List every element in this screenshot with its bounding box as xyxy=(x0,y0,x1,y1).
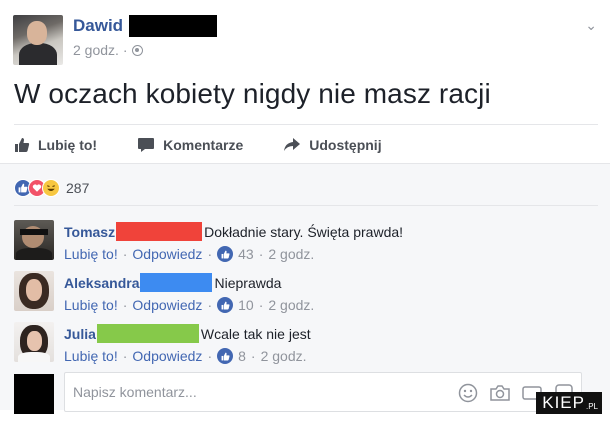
divider xyxy=(14,124,598,125)
separator: · xyxy=(122,297,128,313)
comment-text: Dokładnie stary. Święta prawda! xyxy=(204,223,404,240)
comment-like-link[interactable]: Lubię to! xyxy=(64,297,118,313)
like-button[interactable]: Lubię to! xyxy=(14,134,97,156)
separator: · xyxy=(258,246,264,262)
comment-avatar[interactable] xyxy=(14,322,54,362)
comment-avatar[interactable] xyxy=(14,220,54,260)
post-meta: 2 godz. · xyxy=(73,42,144,58)
comment-text: Wcale tak nie jest xyxy=(200,325,311,342)
thumbs-up-icon xyxy=(15,138,30,152)
comment-icon xyxy=(138,138,155,152)
comment-author[interactable]: Tomasz xyxy=(64,224,115,240)
watermark-text: KIEP xyxy=(542,393,585,412)
separator: · xyxy=(207,348,213,364)
watermark-suffix: .PL xyxy=(585,402,598,411)
comment-time[interactable]: 2 godz. xyxy=(268,297,314,313)
comment-text: Nieprawda xyxy=(214,274,282,291)
surname-redaction xyxy=(96,324,199,343)
divider xyxy=(14,205,598,206)
separator: · xyxy=(250,348,256,364)
comment-time[interactable]: 2 godz. xyxy=(261,348,307,364)
globe-icon xyxy=(132,44,144,56)
separator: · xyxy=(207,297,213,313)
comment-like-count[interactable]: 10 xyxy=(238,297,254,313)
comment-author[interactable]: Aleksandra xyxy=(64,275,139,291)
share-icon xyxy=(284,138,301,151)
post-actions: Lubię to! Komentarze Udostępnij xyxy=(14,134,422,156)
haha-reaction-icon xyxy=(42,179,60,197)
like-button-label: Lubię to! xyxy=(38,137,98,153)
emoji-icon[interactable] xyxy=(457,382,479,404)
separator: · xyxy=(207,246,213,262)
comment-reply-link[interactable]: Odpowiedz xyxy=(132,297,202,313)
post-time[interactable]: 2 godz. · xyxy=(73,42,127,58)
comment-like-count[interactable]: 8 xyxy=(238,348,246,364)
comment-input-placeholder: Napisz komentarz... xyxy=(73,384,197,400)
comment-like-count[interactable]: 43 xyxy=(238,246,254,262)
comment-input[interactable]: Napisz komentarz... xyxy=(64,372,582,412)
chevron-down-icon[interactable]: ⌄ xyxy=(585,17,597,34)
share-button[interactable]: Udostępnij xyxy=(283,134,382,156)
reactions-summary[interactable]: 287 xyxy=(14,179,89,197)
comment-reply-link[interactable]: Odpowiedz xyxy=(132,348,202,364)
comment-body: Tomasz Dokładnie stary. Święta prawda! xyxy=(64,222,403,241)
comment-body: Aleksandra Nieprawda xyxy=(64,273,281,292)
comment-author[interactable]: Julia xyxy=(64,326,96,342)
post-header: Dawid 2 godz. · ⌄ xyxy=(13,13,603,65)
separator: · xyxy=(122,246,128,262)
reaction-count: 287 xyxy=(66,180,90,196)
share-button-label: Udostępnij xyxy=(309,137,382,153)
comment-reply-link[interactable]: Odpowiedz xyxy=(132,246,202,262)
comment-actions: Lubię to! · Odpowiedz · 43 · 2 godz. xyxy=(64,246,314,262)
comment-button[interactable]: Komentarze xyxy=(137,134,243,156)
my-avatar xyxy=(14,374,54,414)
post-text: W oczach kobiety nigdy nie masz racji xyxy=(14,78,491,109)
separator: · xyxy=(122,348,128,364)
camera-icon[interactable] xyxy=(489,382,511,404)
comment-like-link[interactable]: Lubię to! xyxy=(64,246,118,262)
like-badge-icon xyxy=(217,348,234,364)
like-badge-icon xyxy=(217,297,234,313)
comment-actions: Lubię to! · Odpowiedz · 10 · 2 godz. xyxy=(64,297,314,313)
author-avatar[interactable] xyxy=(13,15,63,65)
separator: · xyxy=(258,297,264,313)
comment-body: Julia Wcale tak nie jest xyxy=(64,324,311,343)
author-name[interactable]: Dawid xyxy=(73,16,123,36)
comment-composer: Napisz komentarz... xyxy=(14,372,600,414)
comment-actions: Lubię to! · Odpowiedz · 8 · 2 godz. xyxy=(64,348,307,364)
comment-like-link[interactable]: Lubię to! xyxy=(64,348,118,364)
surname-redaction xyxy=(116,222,203,241)
surname-redaction xyxy=(140,273,213,292)
comment-avatar[interactable] xyxy=(14,271,54,311)
watermark-logo: KIEP .PL xyxy=(536,392,602,414)
like-badge-icon xyxy=(217,246,234,262)
comment-time[interactable]: 2 godz. xyxy=(268,246,314,262)
comment-button-label: Komentarze xyxy=(163,137,244,153)
author-surname-redaction xyxy=(129,15,217,37)
